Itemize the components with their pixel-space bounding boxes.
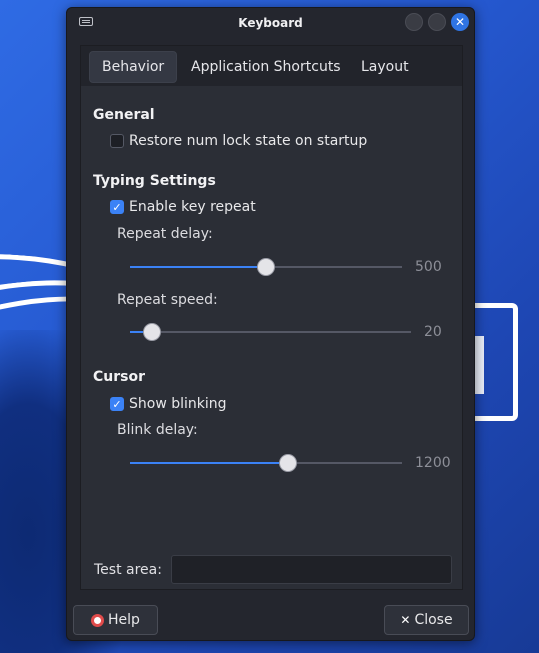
tab-application-shortcuts[interactable]: Application Shortcuts <box>179 51 353 83</box>
show-blinking-checkbox[interactable]: ✓ Show blinking <box>110 395 227 413</box>
keyboard-settings-window: Keyboard ✕ Behavior Application Shortcut… <box>66 7 475 641</box>
close-icon: ✕ <box>400 613 411 627</box>
show-blinking-label: Show blinking <box>129 396 227 412</box>
titlebar[interactable]: Keyboard ✕ <box>67 8 474 38</box>
help-button[interactable]: Help <box>73 605 158 635</box>
checkmark-icon: ✓ <box>110 200 124 214</box>
slider-handle[interactable] <box>278 454 297 472</box>
repeat-delay-slider[interactable] <box>130 257 402 277</box>
minimize-button[interactable] <box>405 13 423 31</box>
restore-numlock-label: Restore num lock state on startup <box>129 133 368 149</box>
slider-trough <box>130 331 411 333</box>
test-area-input[interactable] <box>171 555 452 584</box>
section-cursor-heading: Cursor <box>93 369 146 385</box>
tab-behavior[interactable]: Behavior <box>89 51 178 83</box>
blink-delay-slider[interactable] <box>130 453 402 473</box>
blink-delay-label: Blink delay: <box>117 422 198 438</box>
close-icon: ✕ <box>454 15 466 29</box>
slider-fill <box>130 462 288 464</box>
enable-key-repeat-label: Enable key repeat <box>129 199 256 215</box>
repeat-speed-value: 20 <box>424 324 442 340</box>
checkbox-unchecked-icon <box>110 134 124 148</box>
section-typing-heading: Typing Settings <box>93 173 216 189</box>
slider-handle[interactable] <box>257 258 275 276</box>
checkmark-icon: ✓ <box>110 397 124 411</box>
tab-bar: Behavior Application Shortcuts Layout <box>81 46 462 86</box>
restore-numlock-checkbox[interactable]: Restore num lock state on startup <box>110 132 367 150</box>
slider-handle[interactable] <box>143 323 162 341</box>
maximize-button[interactable] <box>428 13 446 31</box>
test-area-label: Test area: <box>94 562 162 578</box>
help-lifebuoy-icon <box>91 613 105 627</box>
tab-layout[interactable]: Layout <box>349 51 421 83</box>
slider-fill <box>130 266 266 268</box>
repeat-speed-slider[interactable] <box>130 322 411 342</box>
window-close-button[interactable]: ✕ <box>451 13 469 31</box>
help-button-label: Help <box>108 612 140 628</box>
close-button[interactable]: ✕ Close <box>384 605 469 635</box>
blink-delay-value: 1200 <box>415 455 451 471</box>
close-button-label: Close <box>414 612 453 628</box>
section-general-heading: General <box>93 107 155 123</box>
repeat-delay-label: Repeat delay: <box>117 226 213 242</box>
repeat-delay-value: 500 <box>415 259 442 275</box>
repeat-speed-label: Repeat speed: <box>117 292 218 308</box>
settings-notebook: Behavior Application Shortcuts Layout Ge… <box>80 45 463 590</box>
enable-key-repeat-checkbox[interactable]: ✓ Enable key repeat <box>110 198 256 216</box>
